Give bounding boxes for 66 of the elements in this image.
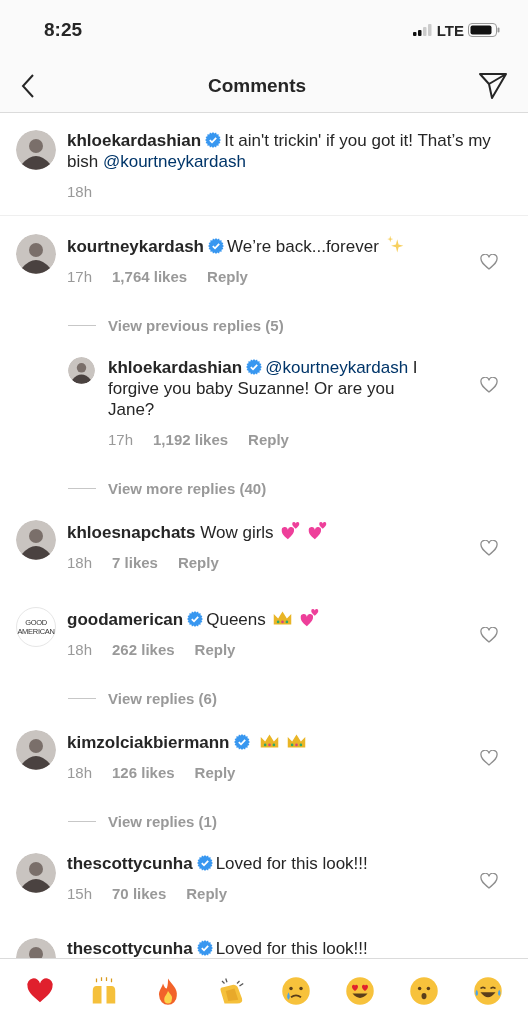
network-label: LTE — [436, 21, 464, 39]
like-heart-icon[interactable] — [480, 377, 498, 393]
back-button[interactable] — [20, 73, 36, 99]
comment-text: kourtneykardash We’re back...forever — [67, 234, 407, 257]
likes-count[interactable]: 126 likes — [112, 763, 175, 781]
time-label: 17h — [67, 267, 93, 285]
username-link[interactable]: kourtneykardash — [67, 237, 204, 256]
comment-text: khloekardashian @kourtneykardash I forgive you baby Suzanne! Or are you Jane? — [108, 357, 419, 420]
crying-face-emoji-button[interactable] — [281, 976, 311, 1006]
share-button[interactable] — [478, 72, 508, 100]
two-hearts-icon — [279, 520, 301, 541]
comment-text: thescottycunha Loved for this look!!! — [67, 938, 369, 958]
view-replies-link[interactable]: View replies (1) — [108, 812, 217, 830]
reply-button[interactable]: Reply — [177, 553, 219, 571]
avatar[interactable] — [16, 234, 56, 274]
like-heart-icon[interactable] — [480, 627, 498, 643]
reply-button[interactable]: Reply — [248, 430, 289, 448]
likes-count[interactable]: 1,764 likes — [112, 267, 188, 285]
comment-text: khloekardashian It ain't trickin' if you got it! That’s my bish @kourtneykardash — [67, 130, 492, 172]
likes-count[interactable]: 7 likes — [112, 553, 158, 571]
likes-count[interactable]: 262 likes — [112, 640, 175, 658]
clock-time: 8:25 — [44, 19, 83, 41]
like-heart-icon[interactable] — [480, 540, 498, 556]
battery-icon — [468, 23, 500, 37]
avatar[interactable] — [16, 130, 56, 170]
avatar[interactable] — [16, 730, 56, 770]
time-label: 15h — [67, 884, 93, 902]
time-label: 18h — [67, 763, 93, 781]
likes-count[interactable]: 1,192 likes — [153, 430, 229, 448]
comment-text: goodamerican Queens — [67, 607, 407, 630]
view-replies-link[interactable]: View replies (6) — [108, 689, 217, 707]
reply-button[interactable]: Reply — [186, 884, 228, 902]
two-hearts-icon — [298, 607, 320, 628]
page-title: Comments — [207, 75, 307, 97]
username-link[interactable]: thescottycunha — [67, 854, 193, 873]
view-replies-link[interactable]: View more replies (40) — [108, 479, 267, 497]
laughing-tears-face-emoji-button[interactable] — [473, 976, 503, 1006]
comment-text: thescottycunha Loved for this look!!! — [67, 853, 369, 874]
reply-button[interactable]: Reply — [194, 763, 236, 781]
heart-eyes-face-emoji-button[interactable] — [345, 976, 375, 1006]
like-heart-icon[interactable] — [480, 750, 498, 766]
username-link[interactable]: khloekardashian — [67, 131, 202, 150]
reply-button[interactable]: Reply — [207, 267, 248, 285]
username-link[interactable]: thescottycunha — [67, 939, 193, 958]
username-link[interactable]: khloekardashian — [108, 358, 243, 377]
two-hearts-icon — [306, 520, 328, 541]
avatar[interactable] — [16, 853, 56, 893]
time-label: 18h — [67, 182, 93, 200]
username-link[interactable]: khloesnapchats — [67, 523, 196, 542]
username-link[interactable]: kimzolciakbiermann — [67, 733, 230, 752]
username-link[interactable]: goodamerican — [67, 610, 184, 629]
signal-icon — [412, 24, 433, 36]
avatar[interactable] — [68, 357, 95, 384]
surprised-face-emoji-button[interactable] — [409, 976, 439, 1006]
like-heart-icon[interactable] — [480, 254, 498, 270]
time-label: 17h — [108, 430, 134, 448]
time-label: 18h — [67, 640, 93, 658]
like-heart-icon[interactable] — [480, 873, 498, 889]
view-replies-link[interactable]: View previous replies (5) — [108, 316, 284, 334]
comment-text: khloesnapchats Wow girls — [67, 520, 407, 543]
likes-count[interactable]: 70 likes — [112, 884, 167, 902]
mention-link[interactable]: @kourtneykardash — [265, 358, 409, 377]
avatar[interactable] — [16, 520, 56, 560]
time-label: 18h — [67, 553, 93, 571]
mention-link[interactable]: @kourtneykardash — [102, 152, 246, 171]
reply-button[interactable]: Reply — [194, 640, 236, 658]
